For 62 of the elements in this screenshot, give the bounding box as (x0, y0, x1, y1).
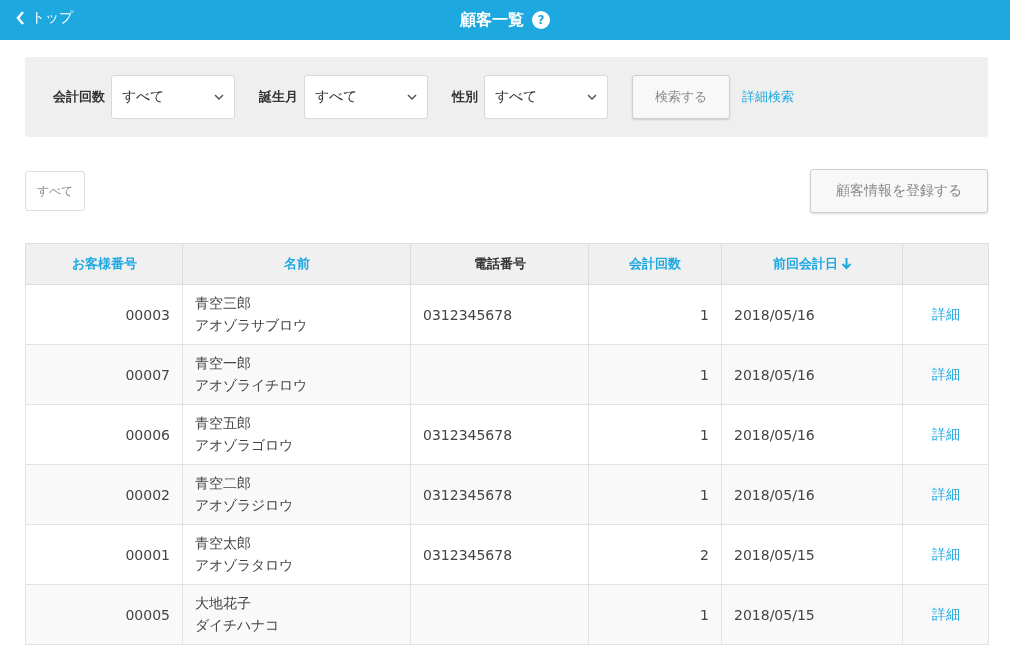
customer-number: 00003 (125, 306, 170, 323)
filter-label: 性別 (452, 88, 478, 106)
customer-kana: ダイチハナコ (195, 616, 280, 635)
visit-count: 1 (700, 486, 709, 503)
chevron-down-icon (587, 94, 597, 100)
chevron-down-icon (407, 94, 417, 100)
last-visit-date: 2018/05/16 (734, 306, 815, 323)
chevron-left-icon (16, 11, 25, 25)
customer-number: 00001 (125, 546, 170, 563)
visit-count: 1 (700, 426, 709, 443)
customer-number: 00005 (125, 606, 170, 623)
detail-link[interactable]: 詳細 (931, 425, 960, 442)
customer-number: 00002 (125, 486, 170, 503)
customer-name: 青空五郎 (195, 414, 252, 433)
customer-name: 青空三郎 (195, 294, 252, 313)
detail-link[interactable]: 詳細 (931, 485, 960, 502)
filter-label: 誕生月 (259, 88, 298, 106)
column-header[interactable]: 名前 (182, 243, 411, 285)
chevron-down-icon (214, 94, 224, 100)
search-button[interactable]: 検索する (632, 75, 730, 119)
customer-number: 00006 (125, 426, 170, 443)
column-header[interactable]: お客様番号 (25, 243, 183, 285)
customer-name: 大地花子 (195, 594, 252, 613)
customer-name: 青空二郎 (195, 474, 252, 493)
column-header[interactable]: 会計回数 (588, 243, 722, 285)
phone-number: 0312345678 (423, 306, 513, 323)
visit-count: 1 (700, 366, 709, 383)
detail-link[interactable]: 詳細 (931, 305, 960, 322)
last-visit-date: 2018/05/16 (734, 486, 815, 503)
column-header[interactable]: 前回会計日 (721, 243, 903, 285)
visit-count: 1 (700, 606, 709, 623)
customer-name: 青空一郎 (195, 354, 252, 373)
customer-name: 青空太郎 (195, 534, 252, 553)
filter-select[interactable]: すべて (304, 75, 428, 119)
phone-number: 0312345678 (423, 486, 513, 503)
visit-count: 2 (700, 546, 709, 563)
detail-link[interactable]: 詳細 (931, 365, 960, 382)
phone-number: 0312345678 (423, 426, 513, 443)
filter-select[interactable]: すべて (484, 75, 608, 119)
last-visit-date: 2018/05/15 (734, 606, 815, 623)
detail-link[interactable]: 詳細 (931, 545, 960, 562)
customer-kana: アオゾラゴロウ (195, 436, 294, 455)
customer-kana: アオゾラタロウ (195, 556, 294, 575)
customer-kana: アオゾラサブロウ (195, 316, 308, 335)
filter-label: 会計回数 (53, 88, 105, 106)
filter-chip[interactable]: すべて (25, 171, 85, 211)
visit-count: 1 (700, 306, 709, 323)
back-link[interactable]: トップ (16, 9, 73, 27)
advanced-search-link[interactable]: 詳細検索 (742, 88, 794, 106)
column-header: 電話番号 (410, 243, 589, 285)
last-visit-date: 2018/05/16 (734, 426, 815, 443)
phone-number: 0312345678 (423, 546, 513, 563)
last-visit-date: 2018/05/15 (734, 546, 815, 563)
last-visit-date: 2018/05/16 (734, 366, 815, 383)
page-title: 顧客一覧 (460, 9, 524, 31)
customer-kana: アオゾライチロウ (195, 376, 308, 395)
help-icon[interactable]: ? (532, 11, 550, 29)
filter-select[interactable]: すべて (111, 75, 235, 119)
detail-link[interactable]: 詳細 (931, 605, 960, 622)
register-button[interactable]: 顧客情報を登録する (810, 169, 988, 213)
customer-number: 00007 (125, 366, 170, 383)
customer-kana: アオゾラジロウ (195, 496, 294, 515)
